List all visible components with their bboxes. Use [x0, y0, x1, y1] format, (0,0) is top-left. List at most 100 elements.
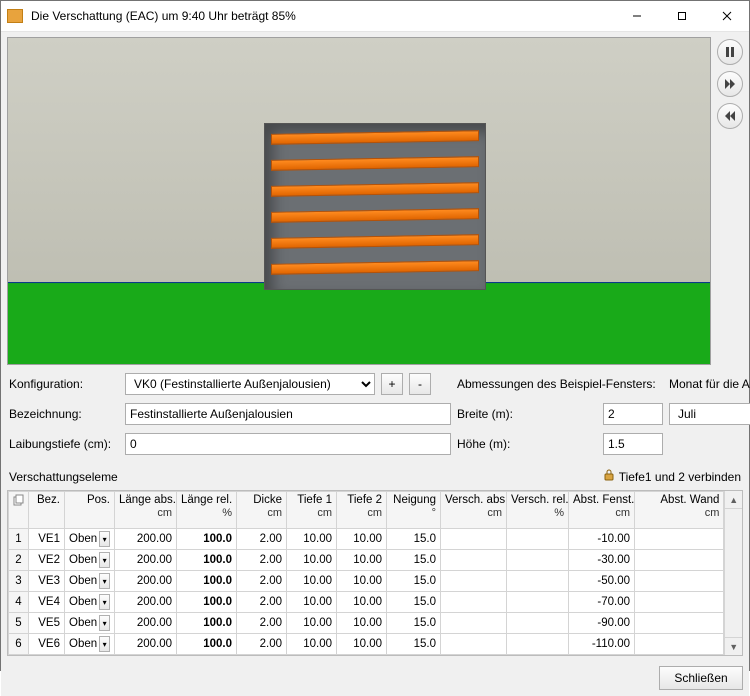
cell-labs[interactable]: 200.00	[115, 529, 177, 550]
cell-lrel[interactable]: 100.0	[177, 571, 237, 592]
maximize-button[interactable]	[659, 1, 704, 31]
minimize-button[interactable]	[614, 1, 659, 31]
fast-forward-button[interactable]	[717, 71, 743, 97]
cell-aw[interactable]	[635, 571, 724, 592]
cell-lrel[interactable]: 100.0	[177, 550, 237, 571]
cell-bez[interactable]: VE3	[29, 571, 65, 592]
cell-bez[interactable]: VE1	[29, 529, 65, 550]
preview-3d[interactable]	[7, 37, 711, 365]
cell-pos[interactable]: Oben▾	[65, 613, 115, 634]
titlebar[interactable]: Die Verschattung (EAC) um 9:40 Uhr beträ…	[1, 1, 749, 32]
cell-labs[interactable]: 200.00	[115, 550, 177, 571]
cell-vrel[interactable]	[507, 613, 569, 634]
cell-neig[interactable]: 15.0	[387, 592, 441, 613]
close-dialog-button[interactable]: Schließen	[659, 666, 743, 690]
cell-bez[interactable]: VE4	[29, 592, 65, 613]
table-row[interactable]: 4VE4Oben▾200.00100.02.0010.0010.0015.0-7…	[9, 592, 724, 613]
cell-labs[interactable]: 200.00	[115, 592, 177, 613]
cell-t2[interactable]: 10.00	[337, 571, 387, 592]
row-number[interactable]: 6	[9, 634, 29, 655]
copy-icon[interactable]	[9, 492, 29, 529]
cell-af[interactable]: -30.00	[569, 550, 635, 571]
cell-neig[interactable]: 15.0	[387, 529, 441, 550]
cell-pos[interactable]: Oben▾	[65, 550, 115, 571]
cell-vrel[interactable]	[507, 592, 569, 613]
row-number[interactable]: 5	[9, 613, 29, 634]
dropdown-icon[interactable]: ▾	[99, 552, 110, 568]
remove-config-button[interactable]: -	[409, 373, 431, 395]
cell-vrel[interactable]	[507, 529, 569, 550]
cell-dick[interactable]: 2.00	[237, 529, 287, 550]
cell-dick[interactable]: 2.00	[237, 592, 287, 613]
dropdown-icon[interactable]: ▾	[99, 531, 110, 547]
cell-vrel[interactable]	[507, 550, 569, 571]
dropdown-icon[interactable]: ▾	[99, 594, 110, 610]
cell-aw[interactable]	[635, 592, 724, 613]
cell-lrel[interactable]: 100.0	[177, 529, 237, 550]
scroll-up-icon[interactable]: ▲	[725, 491, 742, 509]
cell-t2[interactable]: 10.00	[337, 613, 387, 634]
cell-vabs[interactable]	[441, 550, 507, 571]
cell-dick[interactable]: 2.00	[237, 613, 287, 634]
cell-pos[interactable]: Oben▾	[65, 571, 115, 592]
cell-dick[interactable]: 2.00	[237, 550, 287, 571]
cell-t2[interactable]: 10.00	[337, 550, 387, 571]
cell-pos[interactable]: Oben▾	[65, 592, 115, 613]
cell-lrel[interactable]: 100.0	[177, 613, 237, 634]
cell-aw[interactable]	[635, 634, 724, 655]
row-number[interactable]: 3	[9, 571, 29, 592]
table-row[interactable]: 5VE5Oben▾200.00100.02.0010.0010.0015.0-9…	[9, 613, 724, 634]
cell-aw[interactable]	[635, 613, 724, 634]
cell-aw[interactable]	[635, 550, 724, 571]
cell-aw[interactable]	[635, 529, 724, 550]
name-input[interactable]	[125, 403, 451, 425]
rewind-button[interactable]	[717, 103, 743, 129]
scroll-down-icon[interactable]: ▼	[725, 637, 742, 655]
row-number[interactable]: 1	[9, 529, 29, 550]
cell-vabs[interactable]	[441, 592, 507, 613]
cell-pos[interactable]: Oben▾	[65, 634, 115, 655]
cell-af[interactable]: -10.00	[569, 529, 635, 550]
cell-t1[interactable]: 10.00	[287, 571, 337, 592]
close-button[interactable]	[704, 1, 749, 31]
table-row[interactable]: 2VE2Oben▾200.00100.02.0010.0010.0015.0-3…	[9, 550, 724, 571]
cell-lrel[interactable]: 100.0	[177, 592, 237, 613]
cell-bez[interactable]: VE2	[29, 550, 65, 571]
dropdown-icon[interactable]: ▾	[99, 573, 110, 589]
vertical-scrollbar[interactable]: ▲ ▼	[724, 491, 742, 655]
width-input[interactable]	[603, 403, 663, 425]
table-row[interactable]: 6VE6Oben▾200.00100.02.0010.0010.0015.0-1…	[9, 634, 724, 655]
cell-t2[interactable]: 10.00	[337, 529, 387, 550]
cell-labs[interactable]: 200.00	[115, 613, 177, 634]
cell-t1[interactable]: 10.00	[287, 634, 337, 655]
height-input[interactable]	[603, 433, 663, 455]
cell-neig[interactable]: 15.0	[387, 634, 441, 655]
cell-vrel[interactable]	[507, 634, 569, 655]
cell-vabs[interactable]	[441, 634, 507, 655]
cell-af[interactable]: -110.00	[569, 634, 635, 655]
cell-vabs[interactable]	[441, 571, 507, 592]
cell-dick[interactable]: 2.00	[237, 634, 287, 655]
dropdown-icon[interactable]: ▾	[99, 636, 110, 652]
cell-labs[interactable]: 200.00	[115, 571, 177, 592]
cell-pos[interactable]: Oben▾	[65, 529, 115, 550]
cell-bez[interactable]: VE5	[29, 613, 65, 634]
cell-t1[interactable]: 10.00	[287, 613, 337, 634]
cell-af[interactable]: -90.00	[569, 613, 635, 634]
add-config-button[interactable]: +	[381, 373, 403, 395]
cell-bez[interactable]: VE6	[29, 634, 65, 655]
depth-input[interactable]	[125, 433, 451, 455]
cell-af[interactable]: -50.00	[569, 571, 635, 592]
cell-neig[interactable]: 15.0	[387, 613, 441, 634]
table-row[interactable]: 1VE1Oben▾200.00100.02.0010.0010.0015.0-1…	[9, 529, 724, 550]
cell-neig[interactable]: 15.0	[387, 550, 441, 571]
cell-t1[interactable]: 10.00	[287, 550, 337, 571]
cell-labs[interactable]: 200.00	[115, 634, 177, 655]
dropdown-icon[interactable]: ▾	[99, 615, 110, 631]
cell-t1[interactable]: 10.00	[287, 529, 337, 550]
cell-t2[interactable]: 10.00	[337, 634, 387, 655]
table-row[interactable]: 3VE3Oben▾200.00100.02.0010.0010.0015.0-5…	[9, 571, 724, 592]
cell-t1[interactable]: 10.00	[287, 592, 337, 613]
pause-button[interactable]	[717, 39, 743, 65]
cell-vrel[interactable]	[507, 571, 569, 592]
